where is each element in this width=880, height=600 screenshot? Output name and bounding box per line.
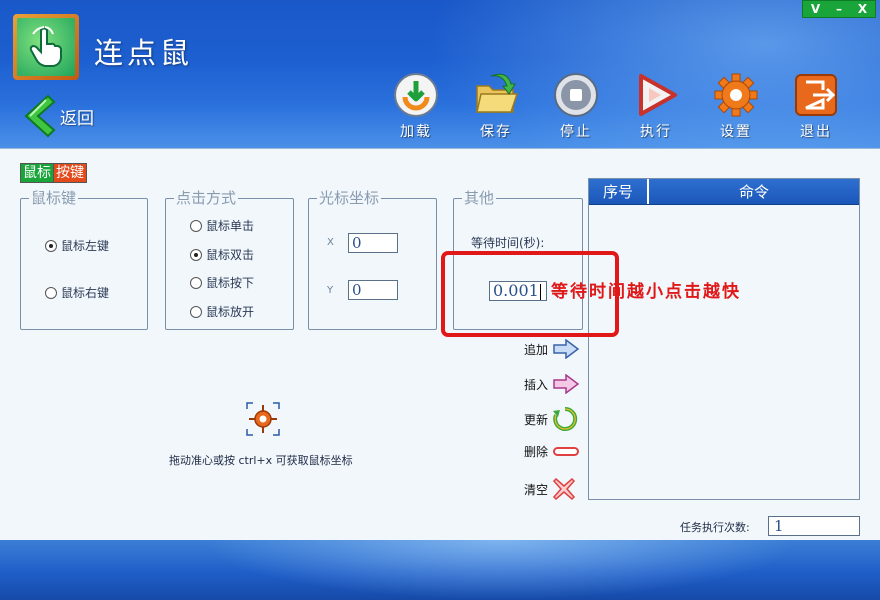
radio-single-click[interactable]: 鼠标单击 <box>190 217 254 234</box>
app-window: V – X 连点鼠 返回 加载 保存 停止 执行 设置 退出 鼠标 按键 鼠标键… <box>0 0 880 600</box>
tab-mouse[interactable]: 鼠标 <box>20 163 54 183</box>
radio-left-label: 鼠标左键 <box>61 239 110 253</box>
command-table[interactable]: 序号 命令 <box>588 178 860 500</box>
window-controls: V – X <box>802 0 876 18</box>
wait-time-label: 等待时间(秒): <box>471 236 545 250</box>
settings-button[interactable]: 设置 <box>706 72 766 142</box>
click-mode-group: 点击方式 鼠标单击 鼠标双击 鼠标按下 鼠标放开 <box>165 189 294 330</box>
back-label: 返回 <box>60 108 94 129</box>
radio-right-label: 鼠标右键 <box>61 286 110 300</box>
column-command[interactable]: 命令 <box>649 179 859 204</box>
refresh-icon <box>553 406 578 431</box>
update-label: 更新 <box>524 412 549 427</box>
app-logo <box>13 14 79 80</box>
exit-icon <box>795 74 837 116</box>
delete-button[interactable]: 删除 <box>524 443 580 460</box>
app-title: 连点鼠 <box>94 36 194 70</box>
stop-button[interactable]: 停止 <box>546 72 606 142</box>
arrow-right-blue-icon <box>553 339 580 359</box>
minus-icon <box>553 446 580 456</box>
drag-hint-text: 拖动准心或按 ctrl+x 可获取鼠标坐标 <box>169 454 353 467</box>
clear-button[interactable]: 清空 <box>524 477 576 501</box>
radio-left-button[interactable]: 鼠标左键 <box>45 237 109 254</box>
tab-key[interactable]: 按键 <box>54 163 87 183</box>
restore-button[interactable]: V <box>811 1 820 17</box>
mouse-up-label: 鼠标放开 <box>206 305 255 319</box>
minimize-button[interactable]: – <box>836 1 842 17</box>
radio-double-click[interactable]: 鼠标双击 <box>190 246 254 263</box>
main-panel: 鼠标 按键 鼠标键 鼠标左键 鼠标右键 点击方式 鼠标单击 鼠标双击 鼠标按下 … <box>0 148 880 540</box>
update-button[interactable]: 更新 <box>524 406 578 432</box>
y-label: Y <box>327 285 334 296</box>
annotation-text: 等待时间越小点击越快 <box>551 282 741 302</box>
command-table-header: 序号 命令 <box>589 179 859 205</box>
radio-left-dot <box>45 239 57 252</box>
mode-tabs: 鼠标 按键 <box>20 163 87 183</box>
gear-icon <box>714 73 758 117</box>
append-button[interactable]: 追加 <box>524 339 580 359</box>
load-button[interactable]: 加载 <box>386 72 446 142</box>
save-button[interactable]: 保存 <box>466 72 526 142</box>
x-label: X <box>327 237 334 248</box>
double-click-label: 鼠标双击 <box>206 248 255 262</box>
save-label: 保存 <box>480 124 512 140</box>
load-label: 加载 <box>400 124 432 140</box>
y-input[interactable]: 0 <box>348 280 398 300</box>
mouse-down-label: 鼠标按下 <box>206 276 255 290</box>
radio-mouse-up[interactable]: 鼠标放开 <box>190 303 254 320</box>
save-folder-icon <box>476 73 519 113</box>
play-icon <box>639 74 677 116</box>
run-button[interactable]: 执行 <box>626 72 686 142</box>
mouse-key-legend: 鼠标键 <box>29 189 79 207</box>
load-icon <box>394 73 438 117</box>
column-seq[interactable]: 序号 <box>589 179 649 204</box>
task-count-label: 任务执行次数: <box>680 521 750 534</box>
footer-bar <box>0 540 880 600</box>
back-button[interactable]: 返回 <box>18 94 94 138</box>
stop-label: 停止 <box>560 124 592 140</box>
radio-mouse-down[interactable]: 鼠标按下 <box>190 274 254 291</box>
mouse-key-group: 鼠标键 鼠标左键 鼠标右键 <box>20 189 148 330</box>
single-click-label: 鼠标单击 <box>206 219 255 233</box>
radio-right-dot <box>45 286 57 299</box>
settings-label: 设置 <box>720 124 752 140</box>
chevron-left-icon <box>24 94 56 138</box>
header-bar: V – X 连点鼠 返回 加载 保存 停止 执行 设置 退出 <box>0 0 880 200</box>
radio-right-button[interactable]: 鼠标右键 <box>45 284 109 301</box>
task-count-input[interactable]: 1 <box>768 516 860 536</box>
append-label: 追加 <box>524 342 549 357</box>
insert-button[interactable]: 插入 <box>524 374 580 394</box>
clear-x-icon <box>552 477 576 501</box>
close-button[interactable]: X <box>858 1 867 17</box>
hand-pointer-icon <box>29 26 62 67</box>
click-mode-legend: 点击方式 <box>174 189 239 207</box>
run-label: 执行 <box>640 124 672 140</box>
arrow-right-pink-icon <box>553 374 580 394</box>
exit-button[interactable]: 退出 <box>786 72 846 142</box>
cursor-coords-group: 光标坐标 X 0 Y 0 <box>308 189 437 330</box>
other-legend: 其他 <box>462 189 497 207</box>
x-input[interactable]: 0 <box>348 233 398 253</box>
cursor-coords-legend: 光标坐标 <box>317 189 382 207</box>
exit-label: 退出 <box>800 124 832 140</box>
insert-label: 插入 <box>524 377 549 392</box>
clear-label: 清空 <box>524 482 549 497</box>
crosshair-target-icon[interactable] <box>245 401 281 437</box>
stop-icon <box>554 73 598 117</box>
delete-label: 删除 <box>524 445 549 459</box>
